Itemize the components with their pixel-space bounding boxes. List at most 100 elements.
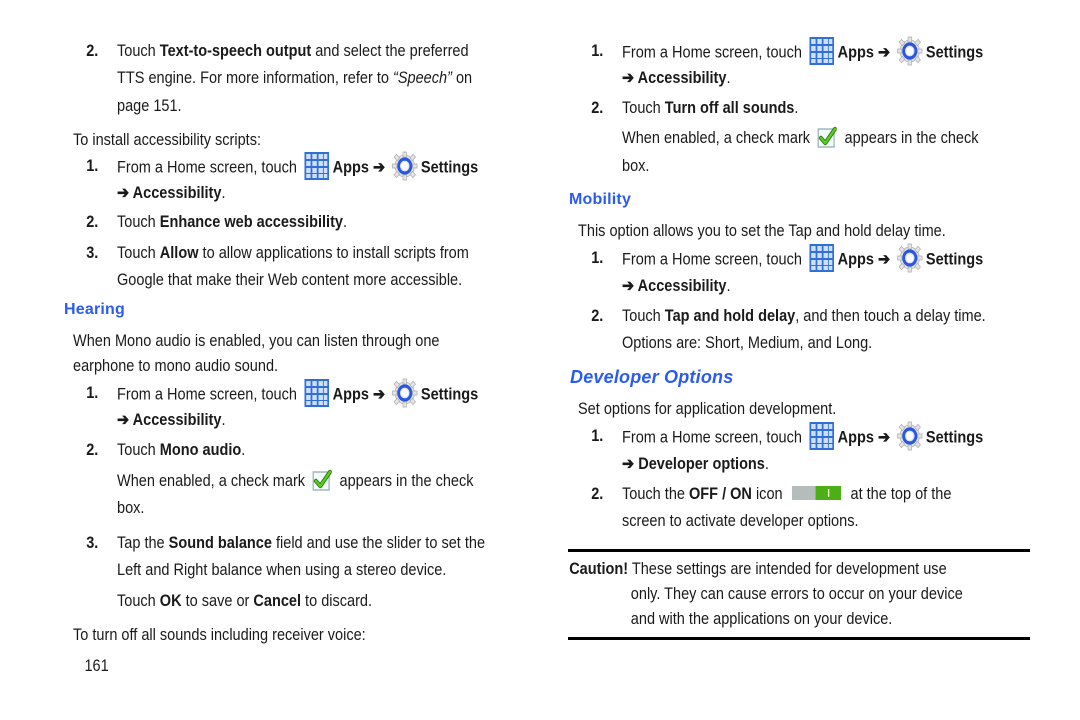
settings-gear-icon [392, 378, 418, 408]
caution-label: Caution! [569, 560, 629, 578]
allow-term: Allow [159, 244, 199, 262]
caution-text: These settings are intended for developm… [628, 560, 947, 578]
step-text: . [342, 213, 348, 231]
apps-label: Apps [837, 250, 874, 269]
arrow-icon: ➔ [368, 158, 390, 177]
step-text: TTS engine. For more information, refer … [117, 69, 393, 87]
step-text: From a Home screen, touch [622, 43, 806, 62]
step-text: Touch [117, 42, 160, 60]
step-text: , and then touch a delay time. [795, 307, 986, 325]
arrow-icon: ➔ [117, 184, 133, 202]
step-text: box. [622, 157, 650, 175]
step-text: . [726, 69, 731, 87]
step-text: Options are: Short, Medium, and Long. [622, 334, 873, 352]
apps-grid-icon [810, 422, 835, 450]
page-number: 161 [84, 657, 109, 675]
step-text: Left and Right balance when using a ster… [117, 561, 447, 579]
step-number: 1. [591, 249, 604, 267]
settings-label: Settings [420, 158, 479, 177]
accessibility-label: Accessibility [132, 184, 222, 202]
step-number: 1. [86, 384, 99, 402]
step-text: From a Home screen, touch [622, 250, 806, 269]
arrow-icon: ➔ [622, 455, 639, 473]
arrow-icon: ➔ [622, 69, 638, 87]
step-text: appears in the check [335, 472, 474, 490]
step-text: Touch [117, 441, 160, 459]
step-number: 2. [591, 485, 604, 503]
settings-label: Settings [925, 250, 984, 269]
developer-options-label: Developer options [638, 455, 765, 473]
step-text: From a Home screen, touch [117, 158, 301, 177]
step-number: 2. [86, 441, 99, 459]
step-text: page 151. [117, 97, 182, 115]
arrow-icon: ➔ [873, 428, 895, 447]
apps-grid-icon [305, 379, 330, 407]
tts-output-term: Text-to-speech output [159, 42, 312, 60]
step-text: From a Home screen, touch [622, 428, 806, 447]
step-text: . [764, 455, 769, 473]
arrow-icon: ➔ [622, 277, 638, 295]
caution-text: and with the applications on your device… [630, 610, 893, 628]
step-text: to allow applications to install scripts… [198, 244, 469, 262]
accessibility-label: Accessibility [132, 411, 222, 429]
settings-gear-icon [392, 151, 418, 181]
step-number: 2. [86, 42, 99, 60]
step-text: Tap the [117, 534, 169, 552]
step-text: Google that make their Web content more … [117, 271, 463, 289]
settings-gear-icon [897, 421, 923, 451]
step-text: When enabled, a check mark [117, 472, 310, 490]
check-mark-icon [818, 126, 837, 148]
step-number: 2. [86, 213, 99, 231]
tap-and-hold-delay-term: Tap and hold delay [664, 307, 796, 325]
developer-options-heading: Developer Options [570, 367, 734, 387]
mobility-heading: Mobility [569, 191, 632, 208]
apps-label: Apps [332, 158, 369, 177]
step-text: Touch [622, 307, 665, 325]
check-mark-icon [313, 469, 332, 491]
step-text: From a Home screen, touch [117, 385, 301, 404]
settings-label: Settings [420, 385, 479, 404]
enhance-web-accessibility-term: Enhance web accessibility [159, 213, 343, 231]
step-text: . [794, 99, 799, 117]
apps-grid-icon [810, 37, 835, 65]
apps-label: Apps [332, 385, 369, 404]
caution-text: only. They can cause errors to occur on … [630, 585, 963, 603]
step-text: Touch [117, 592, 160, 610]
step-number: 1. [591, 42, 604, 60]
step-text: appears in the check [840, 129, 979, 147]
mono-audio-term: Mono audio [159, 441, 242, 459]
apps-grid-icon [305, 152, 330, 180]
step-text: on [451, 69, 473, 87]
settings-gear-icon [897, 243, 923, 273]
step-text: at the top of the [846, 485, 952, 503]
accessibility-label: Accessibility [637, 277, 727, 295]
settings-gear-icon [897, 36, 923, 66]
accessibility-label: Accessibility [637, 69, 727, 87]
off-on-term: OFF / ON [689, 485, 752, 503]
settings-label: Settings [925, 428, 984, 447]
paragraph: Set options for application development. [578, 400, 837, 418]
step-text: box. [117, 499, 145, 517]
step-text: screen to activate developer options. [622, 512, 859, 530]
apps-label: Apps [837, 428, 874, 447]
step-text: When enabled, a check mark [622, 129, 815, 147]
turn-off-all-sounds-term: Turn off all sounds [664, 99, 795, 117]
step-text: . [726, 277, 731, 295]
settings-label: Settings [925, 43, 984, 62]
step-number: 1. [86, 157, 99, 175]
paragraph: When Mono audio is enabled, you can list… [73, 332, 440, 350]
step-text: . [221, 184, 226, 202]
apps-label: Apps [837, 43, 874, 62]
ok-term: OK [159, 592, 182, 610]
cancel-term: Cancel [253, 592, 302, 610]
caution-bottom-rule [568, 637, 1030, 640]
caution-top-rule [568, 549, 1030, 552]
step-text: . [241, 441, 246, 459]
step-text: to save or [181, 592, 254, 610]
paragraph: To install accessibility scripts: [73, 131, 262, 149]
sound-balance-term: Sound balance [168, 534, 272, 552]
step-text: Touch [622, 99, 665, 117]
step-text: Touch [117, 244, 160, 262]
speech-reference-link[interactable]: “Speech” [393, 69, 452, 87]
step-text: Touch the [622, 485, 690, 503]
